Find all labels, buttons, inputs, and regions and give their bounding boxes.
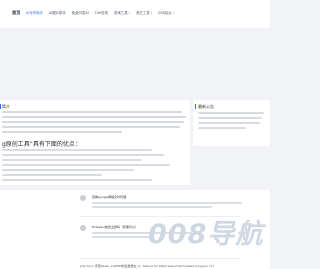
advantage-line [2, 154, 164, 156]
question-title[interactable]: 查看google网络文件管理 [92, 195, 126, 199]
divider [80, 258, 240, 259]
intro-text-line [2, 131, 122, 133]
advantages-title: g原创工具”具有下面的优点： [2, 141, 81, 148]
chevron-down-icon: ▾ [172, 11, 175, 15]
home-logo[interactable]: 首页 [12, 10, 20, 16]
intro-heading: 简介 [0, 104, 10, 109]
answer-preview [92, 202, 242, 204]
advantage-line [2, 159, 142, 161]
answer-preview [92, 236, 152, 238]
top-navigation-bar: 首页 AI写作助手 AI图片助手 免费问答AI TXK在线 查询工具▾ 其它工具… [0, 0, 270, 28]
avatar [80, 225, 86, 231]
question-title[interactable]: Enfeplus免费主题吗（原理可以） [92, 225, 138, 229]
chevron-down-icon: ▾ [150, 11, 153, 15]
main-nav: AI写作助手 AI图片助手 免费问答AI TXK在线 查询工具▾ 其它工具▾ 0… [26, 10, 174, 15]
advantage-line [2, 174, 102, 176]
announcement-line [198, 112, 264, 114]
intro-card: 简介 g原创工具”具有下面的优点： [0, 100, 190, 185]
nav-item-label: 其它工具 [136, 11, 150, 15]
nav-item-label: AI图片助手 [48, 11, 66, 15]
intro-text-line [2, 116, 186, 118]
question-title[interactable]: php linux 安装Redis: LGPHPI的集数量在 co. fatal… [80, 264, 214, 268]
announcement-card: 最新公告 [193, 100, 270, 146]
nav-item-txk[interactable]: TXK在线 [95, 10, 108, 15]
answer-preview [92, 206, 212, 208]
nav-item-label: 查询工具 [114, 11, 128, 15]
watermark-text: 008导航 [148, 219, 264, 250]
avatar [80, 195, 86, 201]
nav-item-008-sites[interactable]: 008站点▾ [158, 10, 174, 15]
nav-item-other-tools[interactable]: 其它工具▾ [136, 10, 152, 15]
site-watermark: 008导航 [148, 212, 270, 252]
nav-item-ai-image[interactable]: AI图片助手 [49, 10, 66, 15]
nav-item-label: 008站点 [158, 11, 172, 15]
nav-item-free-qa[interactable]: 免费问答AI [72, 10, 89, 15]
announcement-line [198, 122, 260, 124]
intro-text-line [2, 111, 182, 113]
nav-item-label: AI写作助手 [26, 11, 43, 15]
intro-text-line [2, 121, 184, 123]
nav-item-query-tools[interactable]: 查询工具▾ [114, 10, 130, 15]
chevron-down-icon: ▾ [128, 11, 131, 15]
announcement-heading: 最新公告 [195, 104, 214, 109]
announcement-line [198, 117, 262, 119]
announcement-line [198, 127, 246, 129]
advantage-line [2, 179, 152, 181]
nav-item-label: TXK在线 [94, 11, 109, 15]
advantage-line [2, 169, 134, 171]
advantage-line [2, 164, 170, 166]
advantage-line [2, 149, 152, 151]
nav-item-ai-writing[interactable]: AI写作助手 [26, 10, 43, 15]
intro-text-line [2, 126, 180, 128]
nav-item-label: 免费问答AI [71, 11, 89, 15]
